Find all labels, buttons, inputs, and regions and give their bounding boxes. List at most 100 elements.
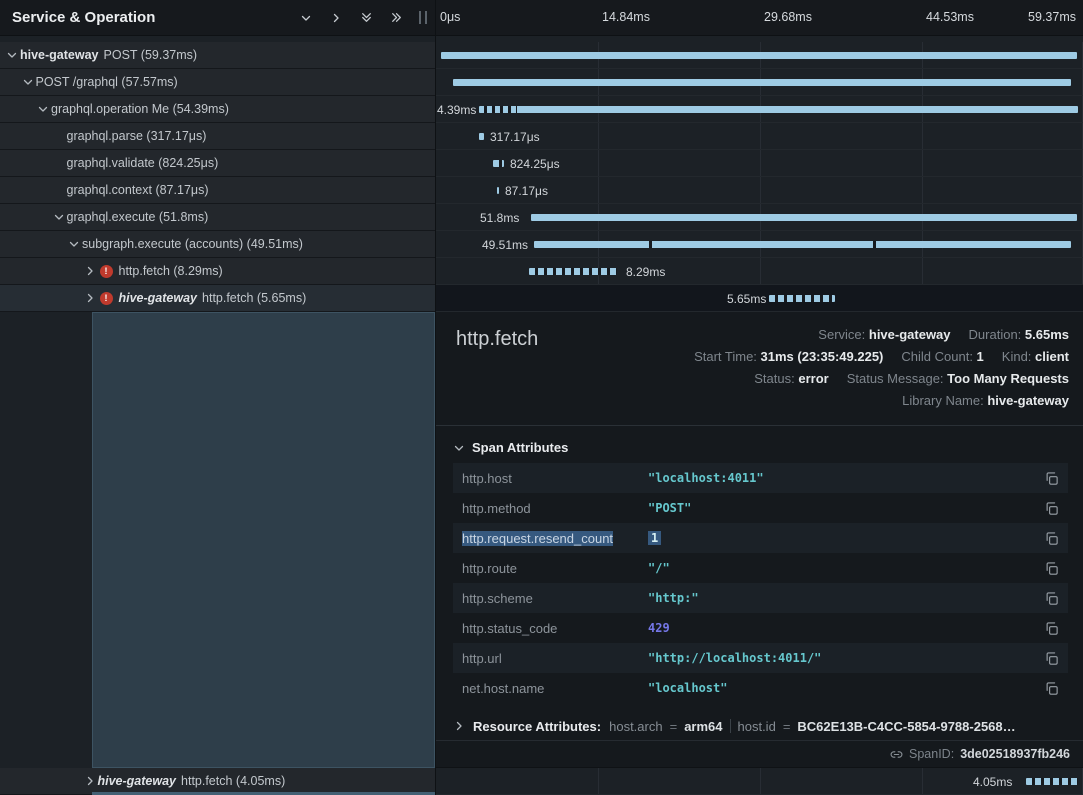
copy-icon	[1044, 621, 1059, 636]
timeline-row[interactable]: 49.51ms	[436, 231, 1083, 258]
span-bar[interactable]	[769, 295, 835, 302]
meta-value: client	[1035, 349, 1069, 364]
link-icon[interactable]	[890, 748, 903, 761]
attribute-key: http.host	[462, 471, 648, 486]
chevron-down-icon[interactable]	[51, 211, 67, 223]
panel-resize-handle[interactable]	[419, 11, 427, 24]
chevron-down-icon[interactable]	[20, 76, 36, 88]
chevron-down-icon[interactable]	[4, 49, 20, 61]
collapse-one-button[interactable]	[297, 9, 315, 27]
attribute-key: http.method	[462, 501, 648, 516]
timeline-row[interactable]: 8.29ms	[436, 258, 1083, 285]
tree-row[interactable]: graphql.operation Me (54.39ms)	[0, 96, 435, 123]
attribute-value: 1	[648, 531, 1037, 545]
timeline-row[interactable]: 317.17μs	[436, 123, 1083, 150]
timeline-row[interactable]: 4.05ms	[436, 768, 1083, 795]
tree-row[interactable]: hive-gatewayPOST (59.37ms)	[0, 42, 435, 69]
spanid-label: SpanID:	[909, 747, 954, 761]
meta-pair: Child Count: 1	[901, 346, 983, 368]
divider	[730, 719, 731, 733]
tree-row[interactable]: hive-gatewayhttp.fetch (4.05ms)	[0, 768, 435, 795]
span-attributes-header[interactable]: Span Attributes	[453, 440, 568, 455]
timeline-row[interactable]: 4.39ms	[436, 96, 1083, 123]
attribute-value: 429	[648, 621, 1037, 635]
tree-row[interactable]: graphql.parse (317.17μs)	[0, 123, 435, 150]
timeline-row[interactable]: 5.65ms	[436, 285, 1083, 312]
span-label: graphql.operation Me (54.39ms)	[51, 102, 229, 116]
tree-row[interactable]: !hive-gatewayhttp.fetch (5.65ms)	[0, 285, 435, 312]
span-detail-panel: http.fetch Service: hive-gatewayDuration…	[436, 312, 1083, 768]
chevron-down-icon[interactable]	[35, 103, 51, 115]
span-bar[interactable]	[479, 133, 484, 140]
copy-button[interactable]	[1037, 621, 1059, 636]
copy-button[interactable]	[1037, 591, 1059, 606]
span-bar[interactable]	[531, 214, 1077, 221]
attribute-value: "localhost"	[648, 681, 1037, 695]
span-bar[interactable]	[1026, 778, 1078, 785]
tree-row[interactable]: graphql.validate (824.25μs)	[0, 150, 435, 177]
attribute-row: http.route"/"	[453, 553, 1068, 583]
copy-icon	[1044, 531, 1059, 546]
meta-pair: Duration: 5.65ms	[969, 324, 1069, 346]
tree-row[interactable]: subgraph.execute (accounts) (49.51ms)	[0, 231, 435, 258]
chevron-down-icon[interactable]	[66, 238, 82, 250]
expand-all-button[interactable]	[387, 9, 405, 27]
timeline-row[interactable]: 87.17μs	[436, 177, 1083, 204]
collapse-all-button[interactable]	[357, 9, 375, 27]
panel-title: Service & Operation	[12, 9, 155, 26]
duration-label: 87.17μs	[505, 184, 548, 198]
span-label: graphql.validate (824.25μs)	[67, 156, 219, 170]
tree-row[interactable]: POST /graphql (57.57ms)	[0, 69, 435, 96]
chevron-right-icon[interactable]	[82, 292, 98, 304]
attribute-key-text: http.request.resend_count	[462, 531, 613, 546]
span-bar[interactable]	[497, 187, 499, 194]
tree-row[interactable]: graphql.context (87.17μs)	[0, 177, 435, 204]
resource-attributes-row[interactable]: Resource Attributes: host.arch=arm64host…	[453, 711, 1068, 741]
span-bar[interactable]	[453, 79, 1071, 86]
span-bar[interactable]	[493, 160, 504, 167]
attribute-row: http.status_code429	[453, 613, 1068, 643]
span-label: http.fetch (4.05ms)	[181, 774, 285, 788]
attribute-row: http.url"http://localhost:4011/"	[453, 643, 1068, 673]
equals-sign: =	[670, 719, 678, 734]
attribute-value-text: "localhost:4011"	[648, 471, 764, 485]
timeline-row[interactable]	[436, 69, 1083, 96]
timeline-tick: 0μs	[440, 10, 460, 24]
chevron-right-icon[interactable]	[82, 265, 98, 277]
span-label: graphql.parse (317.17μs)	[67, 129, 207, 143]
attribute-value: "http://localhost:4011/"	[648, 651, 1037, 665]
timeline-row[interactable]	[436, 42, 1083, 69]
header-icon-buttons	[297, 9, 405, 27]
attribute-value-text: "http:"	[648, 591, 699, 605]
expand-one-button[interactable]	[327, 9, 345, 27]
copy-button[interactable]	[1037, 561, 1059, 576]
meta-value: hive-gateway	[869, 327, 951, 342]
meta-pair: Status: error	[754, 368, 828, 390]
copy-button[interactable]	[1037, 471, 1059, 486]
copy-button[interactable]	[1037, 501, 1059, 516]
span-bar[interactable]	[529, 268, 617, 275]
span-bar[interactable]	[441, 52, 1077, 59]
span-bar[interactable]	[479, 106, 1078, 113]
meta-label: Kind:	[1002, 349, 1035, 364]
chevron-right-icon[interactable]	[82, 775, 98, 787]
tree-header: Service & Operation	[0, 0, 435, 36]
tree-row[interactable]: !http.fetch (8.29ms)	[0, 258, 435, 285]
attribute-value-text: "localhost"	[648, 681, 727, 695]
timeline-tick: 14.84ms	[602, 10, 650, 24]
meta-value: Too Many Requests	[947, 371, 1069, 386]
attribute-key: http.scheme	[462, 591, 648, 606]
copy-icon	[1044, 681, 1059, 696]
meta-label: Child Count:	[901, 349, 976, 364]
timeline-row[interactable]: 824.25μs	[436, 150, 1083, 177]
span-bar[interactable]	[534, 241, 1071, 248]
copy-button[interactable]	[1037, 651, 1059, 666]
copy-button[interactable]	[1037, 531, 1059, 546]
copy-button[interactable]	[1037, 681, 1059, 696]
span-meta: Service: hive-gatewayDuration: 5.65msSta…	[694, 324, 1069, 412]
resource-key: host.id	[738, 719, 776, 734]
timeline-panel: 0μs14.84ms29.68ms44.53ms59.37ms 4.39ms31…	[435, 0, 1083, 795]
timeline-row[interactable]: 51.8ms	[436, 204, 1083, 231]
copy-icon	[1044, 651, 1059, 666]
tree-row[interactable]: graphql.execute (51.8ms)	[0, 204, 435, 231]
